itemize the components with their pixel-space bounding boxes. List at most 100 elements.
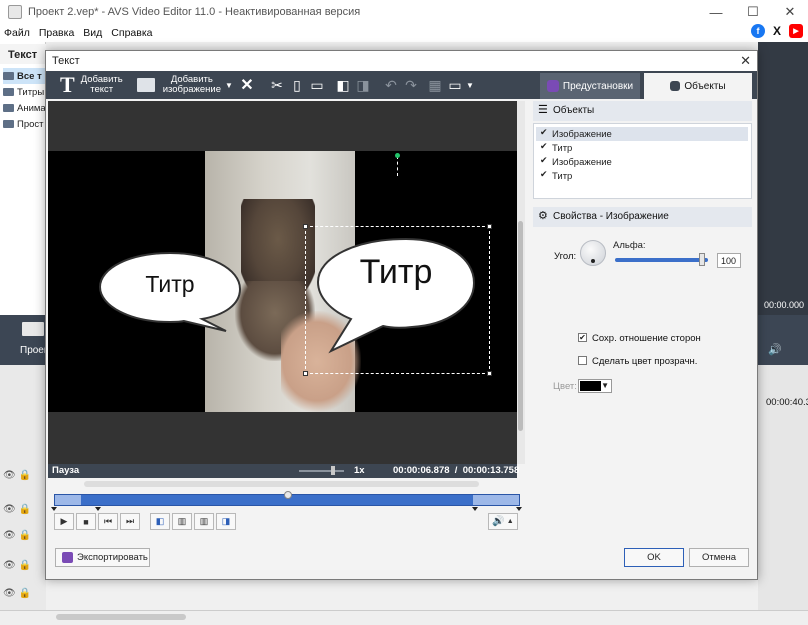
copy-icon[interactable]: ▯ (287, 71, 307, 99)
selection-box[interactable] (303, 224, 492, 376)
range-start-button[interactable]: ▥ (172, 513, 192, 530)
bring-forward-icon[interactable]: ◧ (333, 71, 353, 99)
maximize-button[interactable]: ☐ (745, 4, 761, 20)
list-item[interactable]: ✔ Титр (536, 169, 748, 183)
scrollbar-thumb[interactable] (518, 221, 523, 431)
eye-icon[interactable]: 👁 (3, 530, 16, 541)
lock-icon[interactable]: 🔒 (19, 470, 31, 481)
resize-handle[interactable] (487, 224, 492, 229)
color-picker[interactable]: ▼ (578, 379, 612, 393)
checkmark-icon[interactable]: ✔ (540, 127, 548, 138)
menu-view[interactable]: Вид (83, 27, 102, 39)
checkmark-icon[interactable]: ✔ (540, 141, 548, 152)
project-label[interactable]: Проек (20, 345, 48, 356)
track-row: 👁 🔒 (0, 499, 46, 519)
send-backward-icon[interactable]: ◨ (353, 71, 373, 99)
timeline-bar[interactable] (54, 491, 520, 506)
eye-icon[interactable]: 👁 (3, 560, 16, 571)
menu-edit[interactable]: Правка (39, 27, 74, 39)
paste-icon[interactable]: ▭ (307, 71, 327, 99)
angle-dial[interactable] (580, 240, 606, 266)
resize-handle[interactable] (303, 224, 308, 229)
tree-item-titles[interactable]: Титры (3, 84, 46, 100)
lock-icon[interactable]: 🔒 (19, 530, 31, 541)
tree-item-simple[interactable]: Прост (3, 116, 46, 132)
rotation-handle[interactable] (395, 153, 400, 158)
chevron-down-icon[interactable]: ▼ (465, 71, 475, 99)
timeline-marker[interactable] (516, 507, 522, 511)
keep-aspect-checkbox[interactable]: ✔ (578, 333, 587, 342)
lock-icon[interactable]: 🔒 (19, 560, 31, 571)
keep-aspect-label[interactable]: Сохр. отношение сторон (592, 333, 701, 344)
transparent-color-checkbox[interactable] (578, 356, 587, 365)
lock-icon[interactable]: 🔒 (19, 504, 31, 515)
redo-icon[interactable]: ↷ (401, 71, 421, 99)
tree-item-animated[interactable]: Анима (3, 100, 46, 116)
cancel-button[interactable]: Отмена (689, 548, 749, 567)
tab-presets[interactable]: Предустановки (540, 73, 640, 99)
volume-icon[interactable]: 🔊 (768, 343, 782, 356)
speech-bubble-left[interactable]: Титр (96, 249, 244, 335)
bubble-text-left: Титр (145, 271, 195, 297)
checkmark-icon[interactable]: ✔ (540, 169, 548, 180)
tree-item-all[interactable]: Все т (3, 68, 46, 84)
monitor-icon[interactable]: ▭ (445, 71, 465, 99)
youtube-icon[interactable]: ▶ (789, 24, 803, 38)
alpha-input[interactable]: 100 (717, 253, 741, 268)
preview-status-bar: Пауза 1x 00:00:06.878 / 00:00:13.758 (48, 464, 519, 478)
resize-handle[interactable] (487, 371, 492, 376)
mark-out-button[interactable]: ◨ (216, 513, 236, 530)
playhead-knob[interactable] (284, 491, 292, 499)
delete-icon[interactable]: ✕ (237, 71, 257, 99)
timeline-marker[interactable] (95, 507, 101, 511)
range-end-button[interactable]: ▥ (194, 513, 214, 530)
facebook-icon[interactable]: f (751, 24, 765, 38)
ok-button[interactable]: OK (624, 548, 684, 567)
eye-icon[interactable]: 👁 (3, 470, 16, 481)
color-swatch (580, 381, 601, 391)
list-item[interactable]: ✔ Изображение (536, 155, 748, 169)
menu-help[interactable]: Справка (111, 27, 152, 39)
preview-scrollbar[interactable] (517, 101, 525, 464)
gear-icon: ⚙ (538, 210, 548, 222)
timeline-range-end[interactable] (473, 495, 519, 505)
close-window-button[interactable]: ✕ (782, 4, 798, 20)
timeline-range-start[interactable] (55, 495, 81, 505)
dialog-close-button[interactable]: ✕ (740, 53, 751, 69)
angle-label: Угол: (554, 251, 577, 262)
checkmark-icon[interactable]: ✔ (540, 155, 548, 166)
list-item[interactable]: ✔ Титр (536, 141, 748, 155)
undo-icon[interactable]: ↶ (381, 71, 401, 99)
list-item[interactable]: ✔ Изображение (536, 127, 748, 141)
stop-button[interactable]: ■ (76, 513, 96, 530)
minimize-button[interactable]: — (708, 4, 724, 20)
speed-slider-track[interactable] (299, 470, 344, 472)
prev-frame-button[interactable]: ⏮ (98, 513, 118, 530)
export-button[interactable]: Экспортировать (55, 548, 150, 567)
volume-button[interactable]: 🔊 ▲ (488, 513, 518, 530)
add-image-button[interactable]: Добавить изображение ▼ (136, 71, 233, 99)
cut-icon[interactable]: ✂ (267, 71, 287, 99)
eye-icon[interactable]: 👁 (3, 504, 16, 515)
menu-file[interactable]: Файл (4, 27, 30, 39)
timeline-marker[interactable] (472, 507, 478, 511)
x-icon[interactable]: X (770, 24, 784, 38)
alpha-slider-track[interactable] (615, 258, 708, 262)
resize-handle[interactable] (303, 371, 308, 376)
transparent-color-label[interactable]: Сделать цвет прозрачн. (592, 356, 697, 367)
preview-horizontal-scrollbar[interactable] (84, 481, 479, 487)
play-button[interactable]: ▶ (54, 513, 74, 530)
timeline-marker[interactable] (51, 507, 57, 511)
lock-icon[interactable]: 🔒 (19, 588, 31, 599)
horizontal-scrollbar[interactable] (0, 610, 808, 625)
tab-objects[interactable]: Объекты (644, 73, 752, 99)
add-text-button[interactable]: T Добавить текст (46, 71, 123, 99)
alpha-slider-knob[interactable] (699, 253, 705, 266)
preview-canvas[interactable]: Титр Титр (48, 101, 517, 464)
next-frame-button[interactable]: ⏭ (120, 513, 140, 530)
scrollbar-thumb[interactable] (56, 614, 186, 620)
speed-slider-knob[interactable] (331, 466, 335, 475)
grid-icon[interactable]: ▦ (425, 71, 445, 99)
eye-icon[interactable]: 👁 (3, 588, 16, 599)
mark-in-button[interactable]: ◧ (150, 513, 170, 530)
